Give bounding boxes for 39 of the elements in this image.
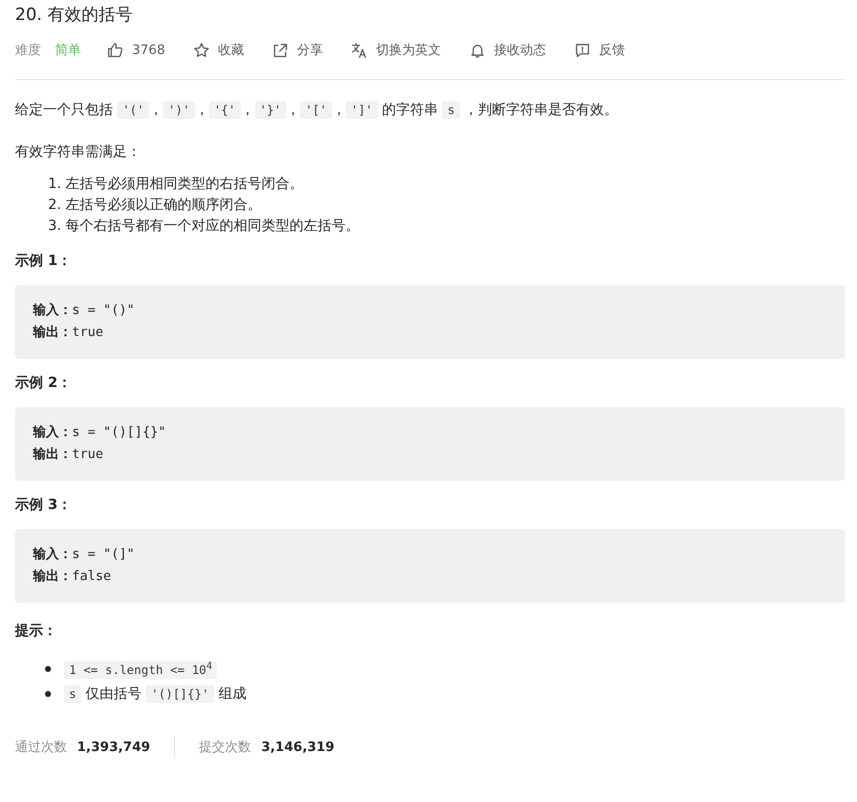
- bullet-icon: [45, 691, 51, 697]
- translate-button[interactable]: 切换为英文: [351, 41, 442, 59]
- example-heading: 示例 1：: [15, 252, 73, 271]
- like-button[interactable]: 3768: [107, 42, 166, 58]
- example-line: 输出：true: [33, 446, 104, 464]
- share-icon: [272, 42, 290, 58]
- stat-label: 通过次数: [15, 739, 67, 756]
- list-number: 3.: [48, 217, 62, 236]
- example-heading: 示例 2：: [15, 374, 73, 393]
- share-button[interactable]: 分享: [272, 41, 324, 59]
- hints-heading: 提示：: [15, 622, 58, 641]
- hint-text: s 仅由括号 '()[]{}' 组成: [64, 682, 246, 706]
- difficulty-value: 简单: [55, 42, 81, 59]
- stat-label: 提交次数: [199, 739, 252, 756]
- example-heading: 示例 3：: [15, 496, 73, 515]
- list-number: 1.: [48, 175, 62, 194]
- thumbs-up-icon: [107, 42, 124, 58]
- feedback-icon: [574, 42, 592, 58]
- example-line: 输出：false: [33, 568, 112, 586]
- example-line: 输入：s = "()": [33, 302, 136, 320]
- example-line: 输入：s = "()[]{}": [33, 424, 167, 442]
- translate-icon: [351, 42, 368, 58]
- stat-value: 1,393,749: [77, 740, 150, 754]
- feedback-button[interactable]: 反馈: [574, 41, 626, 59]
- bell-button[interactable]: 接收动态: [469, 41, 546, 59]
- requirements-heading: 有效字符串需满足：: [15, 143, 142, 162]
- example-line: 输出：true: [33, 324, 104, 342]
- problem-description: 给定一个只包括 '(' ， ')' ， '{' ， '}' ， '[' ， ']' 的字符串 s ，判断字符串是否有效。: [15, 100, 620, 121]
- example-line: 输入：s = "(]": [33, 546, 136, 564]
- difficulty-label: 难度: [15, 42, 41, 59]
- problem-title: 20. 有效的括号: [15, 4, 134, 26]
- requirement-text: 左括号必须以正确的顺序闭合。: [65, 196, 262, 215]
- requirement-text: 左括号必须用相同类型的右括号闭合。: [65, 175, 304, 194]
- list-number: 2.: [48, 196, 62, 215]
- star-icon: [193, 42, 210, 58]
- star-button[interactable]: 收藏: [193, 41, 244, 59]
- stat-value: 3,146,319: [261, 740, 334, 754]
- requirement-text: 每个右括号都有一个对应的相同类型的左括号。: [65, 217, 360, 236]
- bullet-icon: [45, 666, 51, 672]
